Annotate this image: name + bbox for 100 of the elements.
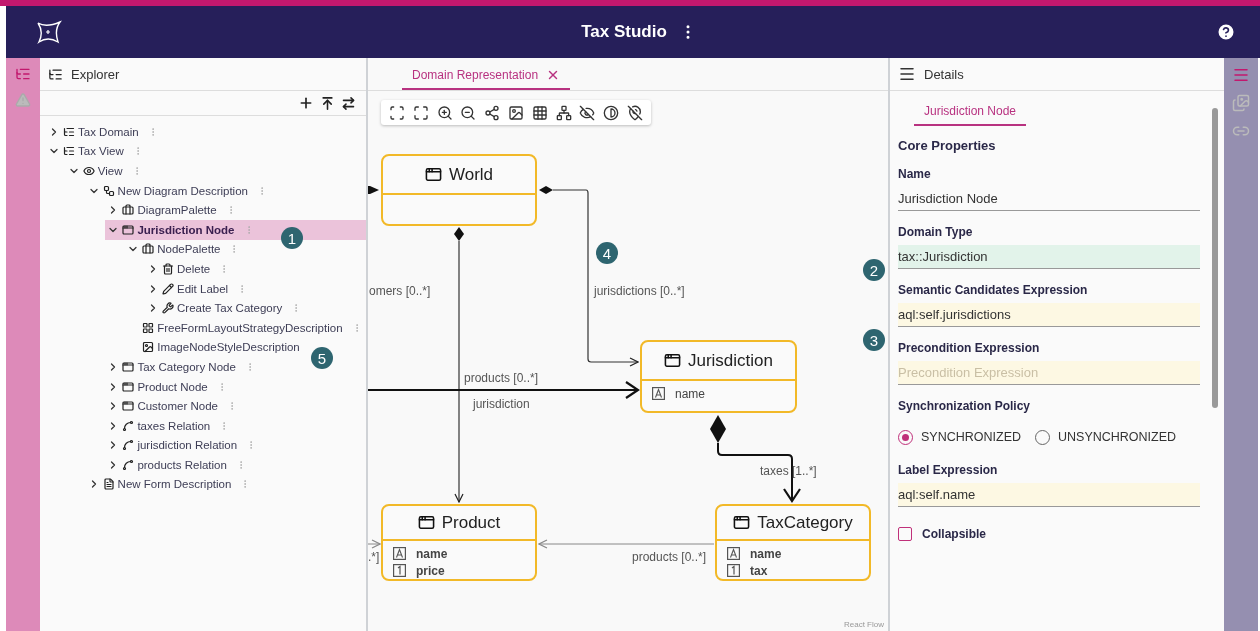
class-node[interactable]: World [381, 154, 537, 226]
fit-icon[interactable] [388, 104, 405, 121]
checkbox-label: Collapsible [922, 527, 986, 541]
attribute-name: name [750, 546, 782, 561]
string-type-icon [652, 387, 665, 400]
radio-label: UNSYNCHRONIZED [1058, 430, 1177, 444]
hierarchy-icon [63, 125, 75, 138]
workflow-icon [102, 184, 115, 197]
wrench-icon [162, 302, 174, 315]
window-icon [122, 400, 135, 413]
tree-item[interactable]: Tax Category Node [105, 357, 259, 377]
tree-item[interactable]: Tax Domain [46, 122, 162, 142]
tree-item[interactable]: New Diagram Description [85, 180, 271, 201]
image-icon[interactable] [507, 104, 524, 121]
share-icon[interactable] [484, 104, 501, 121]
string-type-icon [393, 547, 406, 560]
eye-off-icon[interactable] [579, 104, 596, 121]
tree-item[interactable]: NodePalette [125, 239, 244, 260]
star-logo-icon [36, 20, 62, 44]
add-icon[interactable] [298, 95, 314, 111]
tree-item[interactable]: View [65, 161, 146, 181]
panel-title: Explorer [71, 66, 120, 82]
tree-item[interactable]: Product Node [105, 376, 231, 397]
node-title: Jurisdiction [687, 350, 773, 371]
tree-item[interactable]: taxes Relation [105, 415, 234, 436]
edge-label: taxes [1..*] [760, 464, 817, 478]
swap-icon[interactable] [341, 95, 356, 111]
hierarchy-icon [48, 66, 63, 82]
composition-edge [368, 186, 379, 194]
hierarchy-icon[interactable] [555, 104, 572, 121]
string-type-icon [727, 547, 740, 560]
tree-item[interactable]: Tax View [46, 141, 147, 162]
window-icon [122, 360, 135, 373]
attribute-name: name [675, 386, 706, 401]
tree-item[interactable]: Delete [145, 259, 234, 279]
section-title: Core Properties [898, 138, 997, 153]
grid-icon[interactable] [531, 104, 548, 121]
edge-label: jurisdiction [473, 397, 530, 411]
app-title: Tax Studio [581, 22, 667, 42]
briefcase-icon [122, 204, 135, 217]
property-label: Semantic Candidates Expression [898, 283, 1089, 297]
grid-icon [142, 321, 155, 334]
briefcase-icon [142, 243, 155, 256]
window-icon [122, 223, 135, 236]
window-icon [424, 166, 442, 183]
frame-icon[interactable] [412, 104, 429, 121]
zoom-in-icon[interactable] [436, 104, 453, 121]
number-type-icon [393, 564, 406, 577]
text-field[interactable]: aql:self.name [898, 483, 1200, 507]
help-icon[interactable] [1216, 22, 1236, 42]
property-label: Domain Type [898, 225, 974, 239]
checkbox[interactable] [898, 527, 912, 541]
tree-item[interactable]: jurisdiction Relation [105, 435, 261, 456]
window-icon [417, 514, 435, 531]
number-type-icon [727, 564, 740, 577]
window-icon [733, 514, 751, 531]
pin-off-icon[interactable] [627, 104, 644, 121]
tree-item[interactable]: New Form Description [85, 474, 255, 495]
edge-label: products [0..*] [464, 371, 539, 385]
node-title: World [448, 164, 494, 185]
eye-icon [82, 165, 95, 177]
panel-title: Details [924, 66, 964, 82]
class-node[interactable]: Product name price [381, 504, 537, 581]
curve-icon [122, 458, 135, 471]
reference-edge [368, 539, 381, 549]
class-node[interactable]: TaxCategory name tax [715, 504, 871, 581]
tree-item[interactable]: DiagramPalette [105, 200, 240, 220]
editor-tab[interactable]: Domain Representation [402, 61, 571, 90]
text-field[interactable]: tax::Jurisdiction [898, 245, 1200, 269]
hierarchy-icon [63, 145, 75, 158]
zoom-out-icon[interactable] [460, 104, 477, 121]
text-field[interactable]: Jurisdiction Node [898, 187, 1200, 211]
collapse-top-icon[interactable] [320, 95, 335, 111]
menu-icon[interactable] [898, 65, 916, 83]
radio-label: SYNCHRONIZED [921, 430, 1021, 444]
tree-item[interactable]: Edit Label [145, 278, 252, 299]
tree-item[interactable]: Customer Node [105, 396, 241, 416]
attribute-name: tax [750, 563, 768, 578]
tree-item[interactable]: Create Tax Category [145, 298, 306, 318]
attribute-name: price [416, 563, 445, 578]
details-tab[interactable]: Jurisdiction Node [914, 97, 1027, 126]
text-field[interactable]: Precondition Expression [898, 361, 1200, 385]
attribution-text: React Flow [844, 620, 884, 629]
edge-label: .*] [368, 550, 380, 564]
tree-item[interactable]: products Relation [105, 455, 250, 475]
trash-icon [162, 262, 174, 275]
attribute-name: name [416, 546, 448, 561]
curve-icon [122, 439, 135, 452]
contrast-icon[interactable] [603, 104, 620, 121]
text-field[interactable]: aql:self.jurisdictions [898, 303, 1200, 327]
property-label: Name [898, 167, 932, 181]
image-icon [142, 341, 155, 354]
curve-icon [122, 419, 135, 432]
edge-label: jurisdictions [0..*] [594, 284, 685, 298]
class-node[interactable]: Jurisdiction name [640, 340, 797, 413]
tree-item[interactable]: FreeFormLayoutStrategyDescription [125, 317, 366, 338]
tree-item[interactable]: ImageNodeStyleDescription [125, 337, 304, 358]
edge-label: products [0..*] [632, 550, 707, 564]
property-label: Synchronization Policy [898, 399, 1032, 413]
document-icon [102, 478, 115, 491]
